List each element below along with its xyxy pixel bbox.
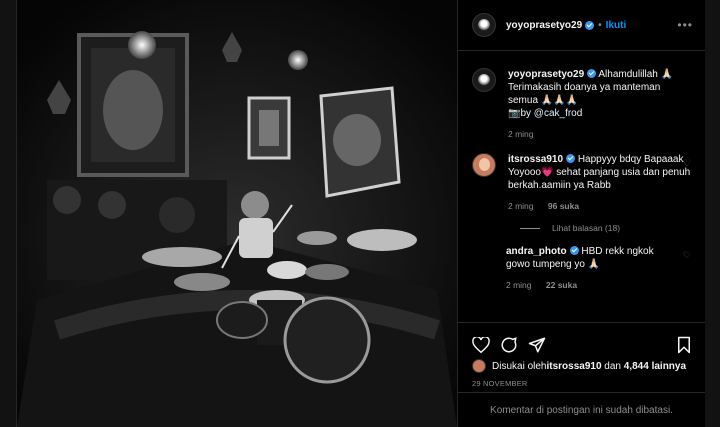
author-username[interactable]: yoyoprasetyo29 [506, 20, 582, 31]
post-photo[interactable] [17, 0, 457, 427]
verified-badge-icon [569, 246, 579, 255]
post-actions: Disukai oleh itsrossa910 dan 4,844 lainn… [458, 322, 705, 392]
verified-badge-icon [587, 69, 597, 78]
comment-likes[interactable]: 22 suka [546, 280, 577, 290]
liked-by-and: dan [601, 360, 624, 372]
liked-by: Disukai oleh itsrossa910 dan 4,844 lainn… [472, 359, 691, 373]
caption-text-line1: Alhamdulillah 🙏🏻 [598, 69, 674, 80]
commenter-username[interactable]: itsrossa910 [508, 154, 563, 165]
separator-dot: • [598, 19, 602, 31]
more-options-icon[interactable]: ••• [677, 18, 693, 32]
verified-badge-icon [585, 20, 595, 30]
view-replies-label: Lihat balasan (18) [552, 223, 621, 233]
post-modal: yoyoprasetyo29 • Ikuti ••• yoyoprasetyo2… [16, 0, 705, 427]
comments-list[interactable]: yoyoprasetyo29 Alhamdulillah 🙏🏻 Terimaka… [458, 52, 705, 322]
drummer-photo-image [17, 0, 457, 427]
liked-by-others[interactable]: 4,844 lainnya [624, 361, 686, 372]
comment-like-heart-icon[interactable]: ♡ [683, 250, 691, 261]
replies-divider [520, 227, 540, 229]
comment-item: itsrossa910 Happyyy bdqy Bapaaak Yoyooo💗… [472, 153, 691, 213]
comment-icon[interactable] [500, 336, 518, 354]
caption-credit-prefix: 📷by [508, 108, 534, 119]
post-header: yoyoprasetyo29 • Ikuti ••• [458, 0, 705, 51]
comment-like-heart-icon[interactable]: ♡ [683, 158, 691, 169]
caption-username[interactable]: yoyoprasetyo29 [508, 69, 584, 80]
verified-badge-icon [566, 154, 576, 163]
liker-avatar[interactable] [472, 359, 486, 373]
commenter-username[interactable]: andra_photo [506, 246, 567, 257]
comment-panel: yoyoprasetyo29 • Ikuti ••• yoyoprasetyo2… [457, 0, 705, 427]
view-replies-button[interactable]: Lihat balasan (18) [520, 223, 691, 233]
liked-by-prefix: Disukai oleh [492, 360, 547, 372]
share-icon[interactable] [528, 336, 546, 354]
caption-avatar[interactable] [472, 68, 496, 92]
comments-restricted-notice: Komentar di postingan ini sudah dibatasi… [458, 392, 705, 427]
liked-by-user[interactable]: itsrossa910 [546, 361, 601, 372]
heart-icon[interactable] [472, 337, 490, 353]
comment-time[interactable]: 2 ming [508, 201, 534, 211]
author-avatar[interactable] [472, 13, 496, 37]
commenter-avatar[interactable] [472, 153, 496, 177]
caption-time[interactable]: 2 ming [508, 129, 534, 139]
post-date[interactable]: 29 NOVEMBER [472, 379, 691, 388]
follow-button[interactable]: Ikuti [606, 20, 627, 31]
comment-likes[interactable]: 96 suka [548, 201, 579, 211]
caption-text-line2: Terimakasih doanya ya manteman semua 🙏🏻🙏… [508, 82, 661, 106]
comment-time[interactable]: 2 ming [506, 280, 532, 290]
caption-credit-link[interactable]: @cak_frod [534, 108, 583, 119]
comment-item: andra_photo HBD rekk ngkok gowo tumpeng … [506, 245, 691, 292]
caption: yoyoprasetyo29 Alhamdulillah 🙏🏻 Terimaka… [472, 68, 691, 141]
bookmark-icon[interactable] [677, 336, 691, 354]
